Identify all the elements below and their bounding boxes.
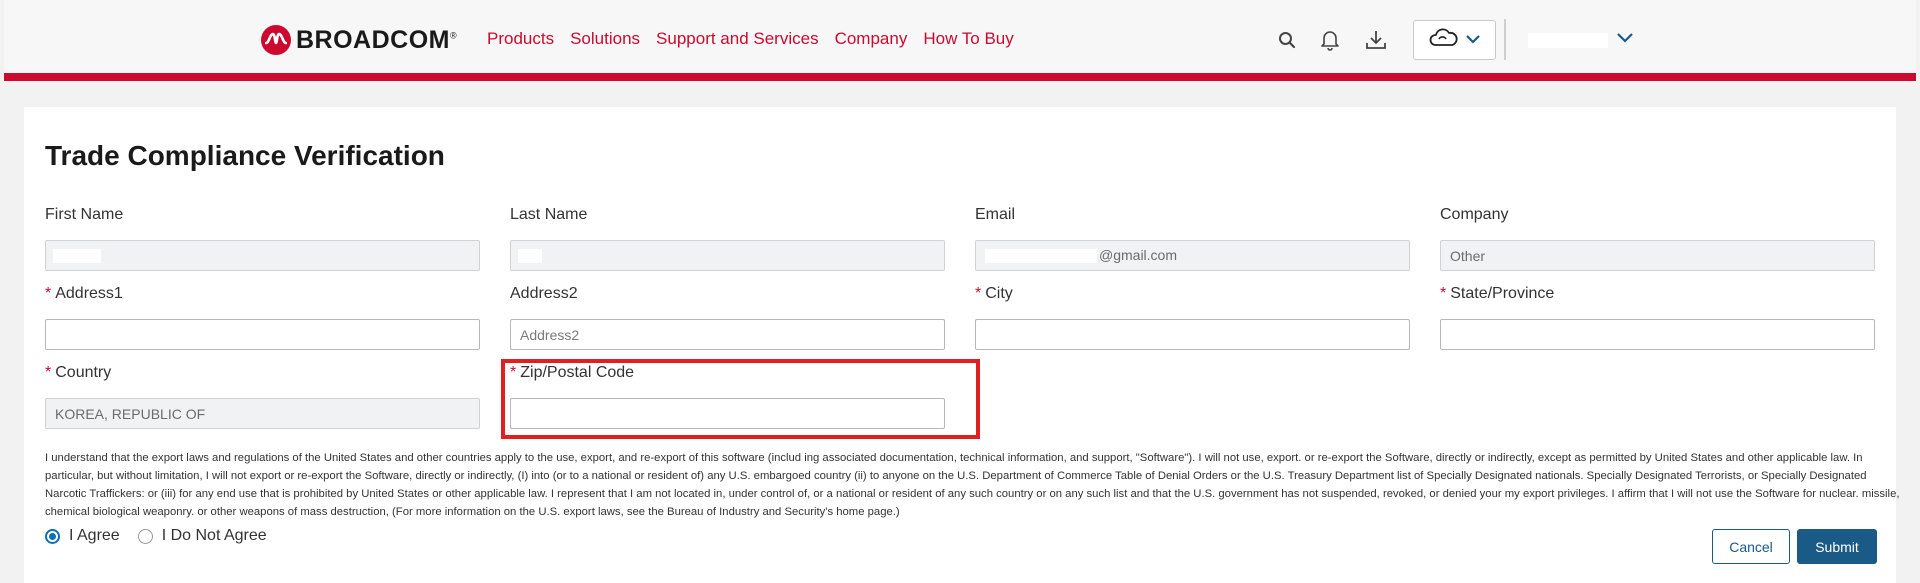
agree-label: I Agree	[69, 527, 120, 544]
nav-company[interactable]: Company	[835, 29, 908, 49]
main-nav: Products Solutions Support and Services …	[487, 29, 1030, 49]
cancel-button[interactable]: Cancel	[1712, 529, 1790, 564]
first-name-label: First Name	[45, 206, 124, 223]
submit-button[interactable]: Submit	[1797, 529, 1877, 564]
company-label: Company	[1440, 206, 1509, 223]
address1-label: * Address1	[45, 285, 123, 302]
trade-compliance-card: Trade Compliance Verification First Name…	[24, 107, 1900, 583]
address2-label: Address2	[510, 285, 578, 302]
address1-input[interactable]	[45, 319, 480, 350]
agree-radio[interactable]	[45, 528, 60, 544]
first-name-field: First Name	[45, 204, 481, 271]
cloud-menu-button[interactable]	[1413, 20, 1496, 60]
nav-solutions[interactable]: Solutions	[570, 29, 640, 49]
state-province-field: * State/Province	[1440, 283, 1876, 350]
disagree-option[interactable]: I Do Not Agree	[137, 527, 267, 545]
disagree-label: I Do Not Agree	[161, 527, 267, 544]
email-domain: @gmail.com	[1099, 247, 1178, 263]
user-name-redacted[interactable]	[1528, 33, 1608, 48]
bell-icon[interactable]	[1318, 28, 1342, 52]
state-province-label: * State/Province	[1440, 285, 1555, 302]
address1-field: * Address1	[45, 283, 481, 350]
broadcom-logo-icon	[261, 25, 291, 55]
state-province-input[interactable]	[1440, 319, 1875, 350]
agreement-radio-group: I Agree I Do Not Agree	[45, 527, 285, 545]
chevron-down-icon	[1465, 31, 1481, 49]
export-compliance-statement: I understand that the export laws and re…	[45, 452, 1900, 518]
email-field: Email @gmail.com	[975, 204, 1411, 271]
city-label: * City	[975, 285, 1013, 302]
address2-field: Address2	[510, 283, 946, 350]
last-name-input[interactable]	[510, 240, 945, 271]
zip-postal-code-label: * Zip/Postal Code	[510, 364, 635, 381]
nav-products[interactable]: Products	[487, 29, 554, 49]
header-divider	[1504, 19, 1506, 60]
company-field: Company	[1440, 204, 1876, 271]
country-label: * Country	[45, 364, 112, 381]
search-icon[interactable]	[1275, 28, 1299, 52]
disagree-radio[interactable]	[137, 528, 153, 544]
logo-text: BROADCOM®	[296, 25, 458, 54]
country-input[interactable]	[45, 398, 480, 429]
nav-how-to-buy[interactable]: How To Buy	[923, 29, 1013, 49]
city-field: * City	[975, 283, 1411, 350]
first-name-input[interactable]	[45, 240, 480, 271]
company-input[interactable]	[1440, 240, 1875, 271]
email-input[interactable]: @gmail.com	[975, 240, 1410, 271]
cloud-icon	[1429, 25, 1459, 56]
country-field: * Country	[45, 362, 481, 429]
address2-input[interactable]	[510, 319, 945, 350]
redacted-email-user	[985, 249, 1097, 264]
redacted-last-name	[518, 249, 542, 263]
email-label: Email	[975, 206, 1016, 223]
download-icon[interactable]	[1364, 28, 1388, 52]
zip-postal-code-field: * Zip/Postal Code	[510, 362, 946, 429]
zip-postal-code-input[interactable]	[510, 398, 945, 429]
redacted-first-name	[53, 249, 101, 263]
last-name-field: Last Name	[510, 204, 946, 271]
page-title: Trade Compliance Verification	[45, 140, 445, 171]
site-header: BROADCOM® Products Solutions Support and…	[4, 0, 1916, 81]
user-menu-chevron-icon[interactable]	[1616, 31, 1636, 51]
city-input[interactable]	[975, 319, 1410, 350]
last-name-label: Last Name	[510, 206, 588, 223]
agree-option[interactable]: I Agree	[45, 527, 120, 545]
nav-support-and-services[interactable]: Support and Services	[656, 29, 819, 49]
broadcom-logo[interactable]: BROADCOM®	[261, 25, 457, 55]
